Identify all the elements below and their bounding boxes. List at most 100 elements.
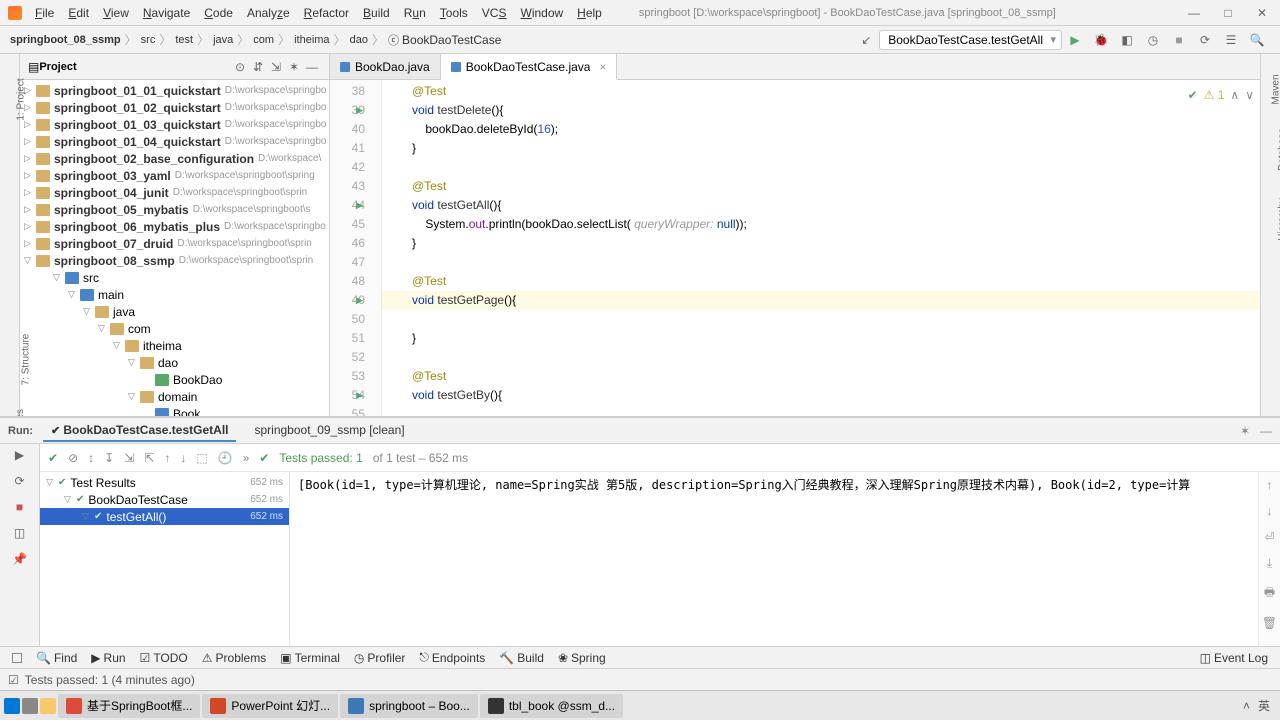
tab-build[interactable]: 🔨 Build: [493, 649, 550, 667]
menu-vcs[interactable]: VCS: [475, 3, 514, 23]
tab-endpoints[interactable]: ⎋ Endpoints: [413, 648, 491, 667]
next-icon[interactable]: ↓: [180, 451, 186, 465]
tool-window-list-icon[interactable]: [6, 651, 28, 665]
breadcrumb[interactable]: dao: [350, 34, 368, 46]
editor-tab[interactable]: BookDao.java: [330, 54, 441, 79]
menu-tools[interactable]: Tools: [433, 3, 475, 23]
menu-build[interactable]: Build: [356, 3, 397, 23]
menu-refactor[interactable]: Refactor: [297, 3, 356, 23]
tray-up-icon[interactable]: ˄: [1243, 699, 1250, 713]
debug-button[interactable]: 🐞: [1092, 31, 1110, 49]
show-passed-icon[interactable]: ✔: [48, 451, 58, 465]
expand-all-icon[interactable]: ⇵: [249, 60, 267, 74]
breadcrumb[interactable]: springboot_08_ssmp: [10, 34, 121, 46]
more-icon[interactable]: »: [243, 451, 250, 465]
tab-problems[interactable]: ⚠ Problems: [196, 649, 272, 667]
settings-icon[interactable]: ✶: [285, 60, 303, 74]
stop-button[interactable]: ■: [1170, 31, 1188, 49]
soft-wrap-icon[interactable]: ⏎: [1264, 530, 1274, 544]
system-tray[interactable]: ˄ 英: [1243, 697, 1276, 714]
rail-project[interactable]: 1: Project: [16, 78, 27, 120]
close-icon[interactable]: ✕: [1252, 6, 1272, 20]
tab-find[interactable]: 🔍 Find: [30, 649, 83, 667]
menu-view[interactable]: View: [96, 3, 136, 23]
search-icon[interactable]: 🔍: [1248, 31, 1266, 49]
menu-navigate[interactable]: Navigate: [136, 3, 197, 23]
scroll-down-icon[interactable]: ↓: [1267, 504, 1273, 518]
breadcrumb[interactable]: src: [141, 34, 156, 46]
run-label: Run:: [8, 425, 33, 437]
ime-indicator[interactable]: 英: [1258, 697, 1270, 714]
project-tree[interactable]: ▷springboot_01_01_quickstartD:\workspace…: [20, 80, 329, 416]
start-button[interactable]: [4, 698, 20, 714]
collapse-all-icon[interactable]: ⇲: [267, 60, 285, 74]
minimize-icon[interactable]: —: [1184, 6, 1204, 20]
layout-icon[interactable]: ◫: [12, 526, 28, 542]
scroll-end-icon[interactable]: ⤓: [1267, 556, 1272, 571]
tab-run[interactable]: ▶ Run: [85, 649, 131, 667]
pin-icon[interactable]: 📌: [12, 552, 28, 568]
tab-terminal[interactable]: ▣ Terminal: [274, 649, 346, 667]
run-config-dropdown[interactable]: BookDaoTestCase.testGetAll: [879, 30, 1062, 50]
run-button[interactable]: ▶: [1066, 31, 1084, 49]
taskbar-item[interactable]: PowerPoint 幻灯...: [202, 694, 338, 718]
breadcrumb[interactable]: itheima: [294, 34, 329, 46]
structure-icon[interactable]: ☰: [1222, 31, 1240, 49]
build-icon[interactable]: ↙: [857, 31, 875, 49]
breadcrumb[interactable]: com: [253, 34, 274, 46]
profile-button[interactable]: ◷: [1144, 31, 1162, 49]
taskbar-item[interactable]: 基于SpringBoot框...: [58, 694, 200, 718]
rerun-button[interactable]: ▶: [12, 448, 28, 464]
breadcrumb[interactable]: ⓒ BookDaoTestCase: [388, 32, 501, 48]
breadcrumb[interactable]: java: [213, 34, 233, 46]
menu-edit[interactable]: Edit: [61, 3, 96, 23]
rail-favorites[interactable]: Favorites: [15, 409, 26, 416]
run-hide-icon[interactable]: —: [1260, 424, 1272, 438]
run-settings-icon[interactable]: ✶: [1240, 424, 1250, 438]
tab-todo[interactable]: ☑ TODO: [134, 649, 194, 667]
clear-icon[interactable]: 🗑: [1262, 616, 1277, 630]
scroll-up-icon[interactable]: ↑: [1267, 478, 1273, 492]
console-output[interactable]: [Book(id=1, type=计算机理论, name=Spring实战 第5…: [290, 472, 1258, 646]
stop-icon[interactable]: ■: [12, 500, 28, 516]
tab-event-log[interactable]: ◫ Event Log: [1194, 649, 1274, 667]
tab-close-icon[interactable]: ×: [599, 60, 606, 74]
run-tab[interactable]: springboot_09_ssmp [clean]: [246, 420, 412, 442]
run-tab[interactable]: ✔ BookDaoTestCase.testGetAll: [43, 420, 236, 442]
tab-profiler[interactable]: ◷ Profiler: [348, 649, 412, 667]
export-icon[interactable]: ⬚: [196, 451, 207, 465]
sort-icon[interactable]: ↕: [88, 451, 94, 465]
rail-structure[interactable]: 7: Structure: [20, 334, 31, 386]
taskbar-item[interactable]: springboot – Boo...: [340, 694, 478, 718]
show-ignored-icon[interactable]: ⊘: [68, 451, 78, 465]
print-icon[interactable]: 🖶: [1264, 583, 1275, 604]
rail-maven[interactable]: Maven: [1271, 74, 1280, 104]
explorer-icon[interactable]: [40, 698, 56, 714]
history-icon[interactable]: 🕘: [218, 451, 233, 465]
taskbar-item[interactable]: tbl_book @ssm_d...: [480, 694, 623, 718]
vcs-icon[interactable]: ⟳: [1196, 31, 1214, 49]
code-editor[interactable]: ✔ ⚠ 1 ∧ ∨ @Test void testDelete(){ bookD…: [382, 80, 1260, 416]
project-panel: ▤ Project ⊙ ⇵ ⇲ ✶ — ▷springboot_01_01_qu…: [20, 54, 330, 416]
toggle-auto-icon[interactable]: ⟳: [12, 474, 28, 490]
collapse-icon[interactable]: ⇱: [144, 451, 154, 465]
menu-window[interactable]: Window: [513, 3, 570, 23]
editor-tab[interactable]: BookDaoTestCase.java×: [441, 54, 618, 80]
menu-help[interactable]: Help: [570, 3, 609, 23]
maximize-icon[interactable]: □: [1218, 6, 1238, 20]
task-view-icon[interactable]: [22, 698, 38, 714]
expand-icon[interactable]: ⇲: [124, 451, 134, 465]
prev-icon[interactable]: ↑: [164, 451, 170, 465]
hide-icon[interactable]: —: [303, 60, 321, 74]
menu-run[interactable]: Run: [397, 3, 433, 23]
tab-spring[interactable]: ❀ Spring: [552, 649, 612, 667]
coverage-button[interactable]: ◧: [1118, 31, 1136, 49]
menu-code[interactable]: Code: [197, 3, 240, 23]
menu-file[interactable]: File: [28, 3, 61, 23]
select-opened-icon[interactable]: ⊙: [231, 60, 249, 74]
breadcrumb[interactable]: test: [175, 34, 193, 46]
sort-alpha-icon[interactable]: ↧: [104, 451, 114, 465]
test-tree[interactable]: ▽✔Test Results652 ms▽✔BookDaoTestCase652…: [40, 472, 290, 646]
menu-analyze[interactable]: Analyze: [240, 3, 297, 23]
editor-gutter[interactable]: 3839▶4041424344▶4546474849▶5051525354▶55: [330, 80, 382, 416]
